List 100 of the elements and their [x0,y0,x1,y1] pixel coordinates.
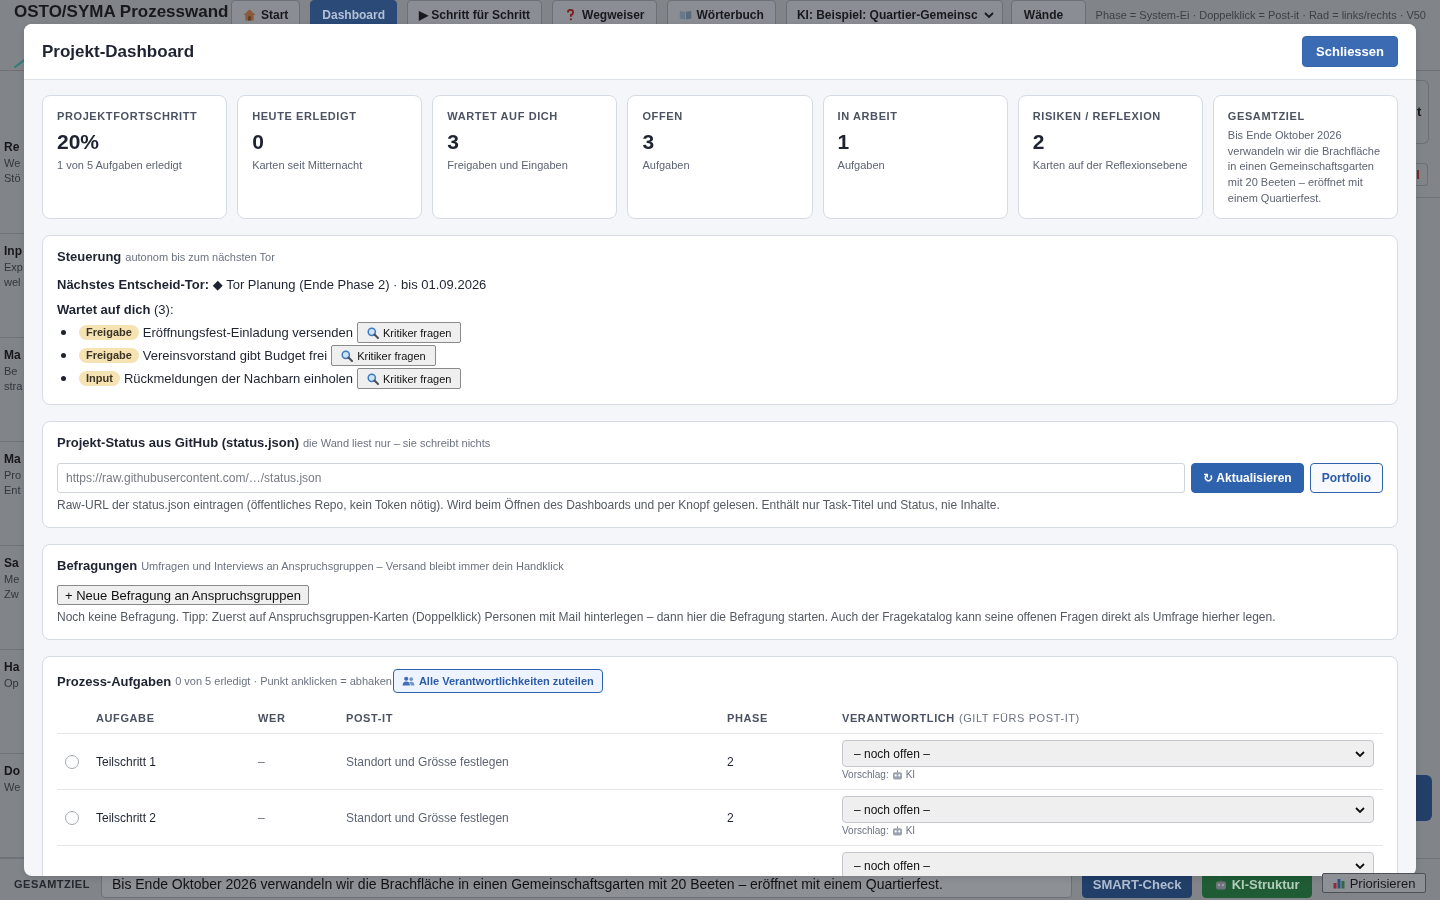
goal-button[interactable]: Priorisieren [1322,873,1426,894]
postit-cell-text: Standort und Grösse festlegen [345,754,509,769]
suggestion-text: KI [905,768,916,782]
goal-label: GESAMTZIEL [14,877,91,892]
card-title: Re [4,139,20,156]
bullet-icon [61,330,66,335]
card-text: Op [4,676,19,691]
search-icon [341,349,354,362]
column-header: AUFGABE [96,712,155,724]
bullet-icon [61,376,66,381]
suggestion-text: KI [905,824,916,838]
stat-value: 3 [642,130,655,154]
stat-label: HEUTE ERLEDIGT [252,109,357,123]
search-icon [367,372,379,385]
stat-label: PROJEKTFORTSCHRITT [57,109,198,123]
card-title: Ma [4,451,21,468]
status-button[interactable]: Portfolio [1309,463,1383,493]
tag: Input [79,371,120,386]
bar-chart-icon [1332,877,1345,890]
stat-label: OFFEN [642,109,683,123]
card-text: Be [4,364,18,379]
done-radio[interactable] [65,754,79,769]
ask-critic-button[interactable]: Kritiker fragen [356,322,462,343]
tag: Freigabe [79,348,139,363]
assignee-dropdown[interactable]: – noch offen – [842,852,1374,876]
house-icon [243,9,256,21]
stat-note: Aufgaben [837,158,885,172]
assignee-dropdown[interactable]: – noch offen – [842,740,1374,767]
stat-value: 3 [447,130,459,154]
help-text: Raw-URL der status.json eintragen (öffentliches Repo, kein Token nötig). Wird beim Öffnen des Dashboards und per Knopf gelesen. Enthält nur Task-Titel und Status, nie Inhalte. [57,498,1000,513]
book-icon [678,9,692,21]
assignee-dropdown[interactable]: – noch offen – [842,796,1374,823]
section-title: Steuerung [57,249,122,265]
section-subtitle: Umfragen und Interviews an Anspruchsgruppen – Versand bleibt immer dein Handklick [141,559,564,574]
card-title: Sa [4,555,19,572]
column-header: POST-IT [346,712,393,724]
card-text: We [4,780,21,795]
section-subtitle: die Wand liest nur – sie schreibt nichts [303,436,491,451]
stat-note: Aufgaben [642,158,690,172]
stat-label: GESAMTZIEL [1227,109,1305,123]
phase-cell-text: 2 [726,810,734,825]
chevron-down-icon [983,12,994,18]
chevron-down-icon [1355,750,1365,757]
stat-value: 0 [252,130,264,154]
app-title: OSTO/SYMA Prozesswand [14,2,229,22]
waiting-heading: Wartet auf dich (3): [57,302,174,318]
section-subtitle: 0 von 5 erledigt · Punkt anklicken = abhaken [175,675,392,687]
section-title: Befragungen [57,558,138,574]
done-radio[interactable] [65,810,79,825]
ask-critic-button[interactable]: Kritiker fragen [331,345,436,366]
card-text: Ent [4,483,21,498]
card-text: Zw [4,587,19,602]
card-text: Exp [4,260,23,275]
status-button[interactable]: ↻ Aktualisieren [1191,463,1304,493]
phase-cell-text: 2 [726,754,734,769]
ask-critic-button[interactable]: Kritiker fragen [357,368,462,389]
stat-value: 2 [1032,130,1045,154]
section-title: Prozess-Aufgaben [57,673,172,689]
stat-note: Karten auf der Reflexionsebene [1032,158,1188,172]
hint-text: Phase = System-Ei · Doppelklick = Post-it · Rad = links/rechts · V50 [1095,9,1426,21]
robot-icon [891,770,903,780]
column-header-note: (GILT FÜRS POST-IT) [958,712,1080,724]
suggestion-label: Vorschlag: [842,824,889,838]
waiting-item-text: Eröffnungsfest-Einladung versenden [142,325,353,340]
column-header: PHASE [727,712,768,724]
close-button[interactable]: Schliessen [1302,36,1398,67]
owner-cell-text: – [257,810,265,825]
card-text: t [1417,104,1422,121]
url-input-field[interactable]: https://raw.githubusercontent.com/…/status.json [57,463,1186,493]
stat-label: WARTET AUF DICH [447,109,558,123]
dialog-title: Projekt-Dashboard [42,41,195,62]
robot-icon [891,826,903,836]
empty-state-text: Noch keine Befragung. Tipp: Zuerst auf Anspruchsgruppen-Karten (Doppelklick) Personen mit Mail hinterlegen – dann hier die Befragung starten. Auch der Fragekatalog kann seine offenen Fragen direkt als Umfrage hierher legen. [57,610,1276,625]
chevron-down-icon [1355,862,1365,869]
card-title: Inp [4,243,22,260]
card-title: Do [4,763,20,780]
robot-icon [1214,878,1227,890]
stat-note: Freigaben und Eingaben [447,158,568,172]
stat-label: IN ARBEIT [837,109,898,123]
card-text: Pro [4,468,22,483]
new-survey-button[interactable]: + Neue Befragung an Anspruchsgruppen [57,585,309,605]
stat-value: 1 [837,130,850,154]
card-title: Ma [4,347,21,364]
card-text: stra [4,379,23,394]
column-header: VERANTWORTLICH [842,712,955,724]
postit-cell-text: Standort und Grösse festlegen [345,810,509,825]
card-text: Me [4,572,20,587]
chevron-down-icon [1355,806,1365,813]
waiting-item-text: Vereinsvorstand gibt Budget frei [142,348,328,363]
people-icon [401,676,415,686]
waiting-item-text: Rückmeldungen der Nachbarn einholen [123,371,353,386]
card-title: Ha [4,659,20,676]
floating-button[interactable] [1416,775,1432,822]
assign-all-button[interactable]: Alle Verantwortlichkeiten zuteilen [392,669,603,693]
suggestion-label: Vorschlag: [842,768,889,782]
card-text: wel [4,275,21,290]
owner-cell-text: – [257,754,265,769]
task-cell-text: Teilschritt 1 [95,754,157,769]
card-text: Stö [4,171,21,186]
task-cell-text: Teilschritt 2 [95,810,157,825]
